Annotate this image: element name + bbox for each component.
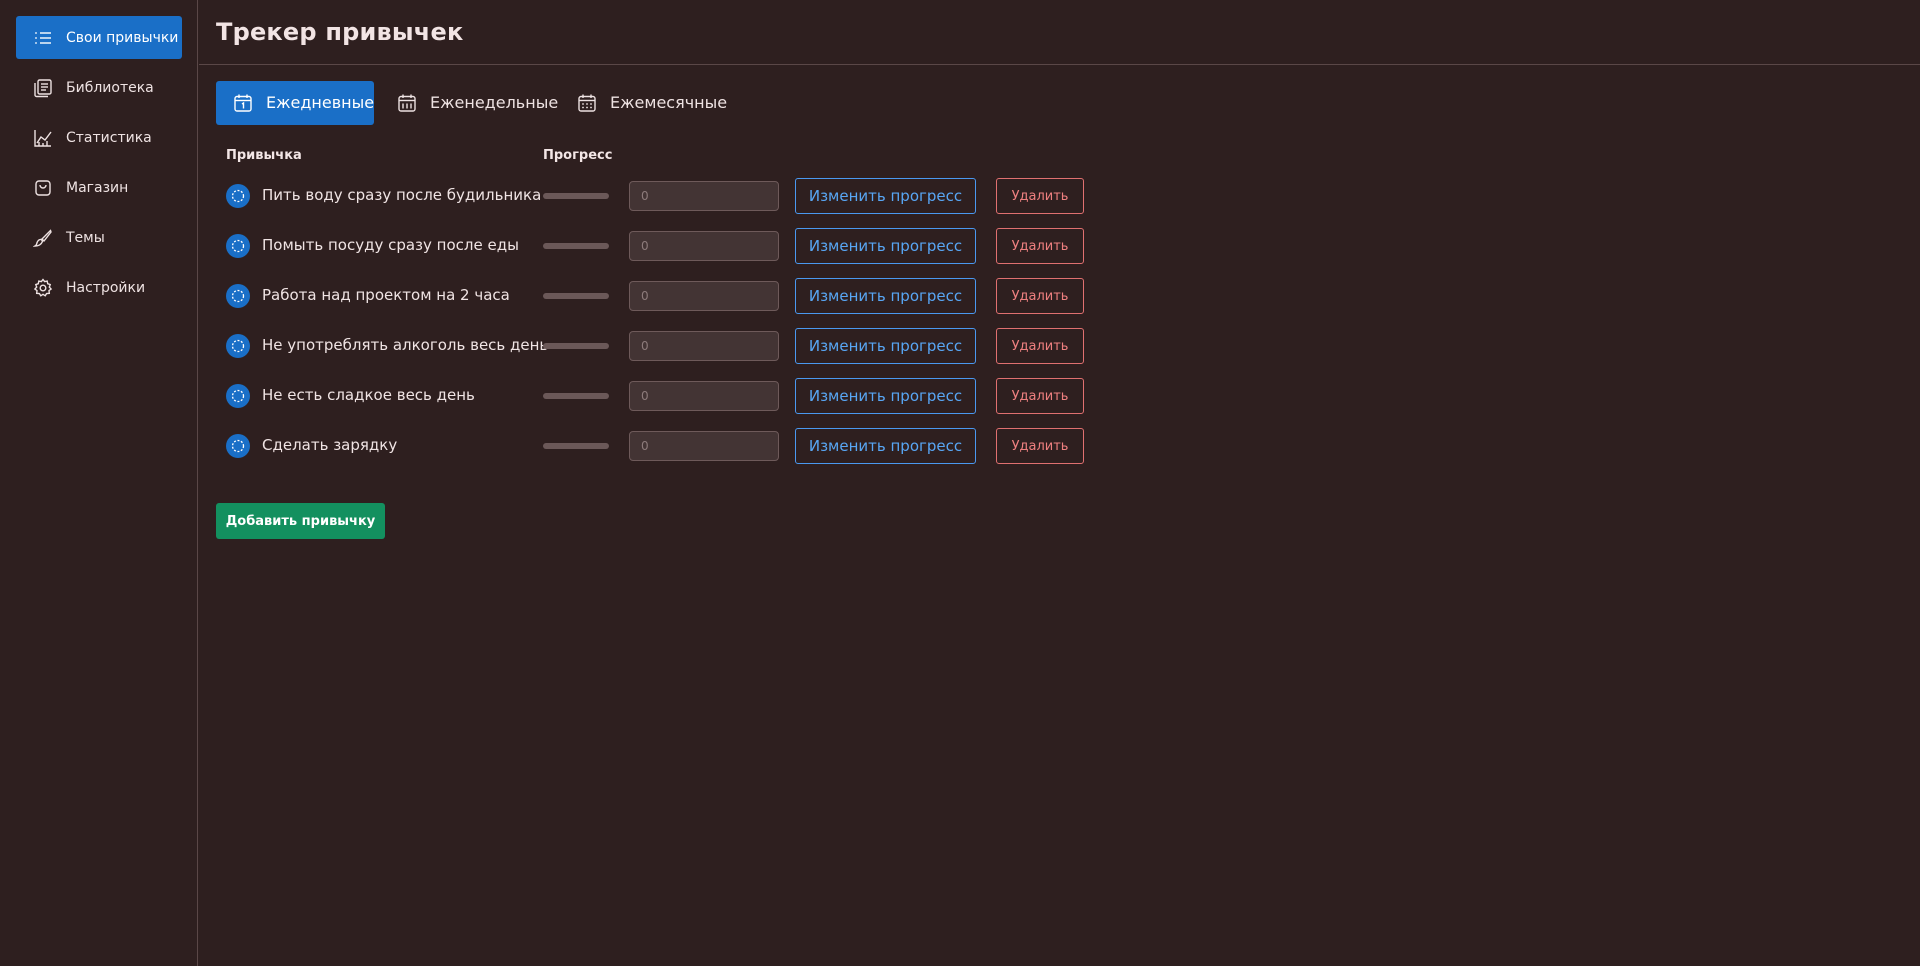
edit-progress-button[interactable]: Изменить прогресс	[795, 228, 976, 264]
calendar-month-icon	[576, 92, 598, 114]
delete-habit-button[interactable]: Удалить	[996, 228, 1084, 264]
habit-status-icon[interactable]	[226, 334, 250, 358]
sidebar-item-label: Библиотека	[66, 80, 154, 96]
habit-name: Работа над проектом на 2 часа	[262, 286, 510, 304]
habit-name: Пить воду сразу после будильника	[262, 186, 542, 204]
progress-input[interactable]	[629, 331, 779, 361]
table-row: Работа над проектом на 2 часа Изменить п…	[0, 276, 1100, 316]
progress-input[interactable]	[629, 281, 779, 311]
edit-progress-button[interactable]: Изменить прогресс	[795, 278, 976, 314]
edit-progress-button[interactable]: Изменить прогресс	[795, 328, 976, 364]
progress-input[interactable]	[629, 381, 779, 411]
progress-bar	[543, 243, 609, 249]
habit-name: Сделать зарядку	[262, 436, 398, 454]
page-title: Трекер привычек	[216, 18, 464, 46]
chart-icon	[32, 127, 54, 149]
table-row: Не есть сладкое весь день Изменить прогр…	[0, 376, 1100, 416]
delete-habit-button[interactable]: Удалить	[996, 278, 1084, 314]
list-icon	[32, 27, 54, 49]
add-habit-button[interactable]: Добавить привычку	[216, 503, 385, 539]
habit-status-icon[interactable]	[226, 184, 250, 208]
table-row: Помыть посуду сразу после еды Изменить п…	[0, 226, 1100, 266]
habit-name: Не употреблять алкоголь весь день	[262, 336, 549, 354]
progress-input[interactable]	[629, 181, 779, 211]
column-header-habit: Привычка	[226, 148, 302, 163]
delete-habit-button[interactable]: Удалить	[996, 328, 1084, 364]
progress-bar	[543, 293, 609, 299]
habit-status-icon[interactable]	[226, 284, 250, 308]
table-row: Сделать зарядку Изменить прогресс Удалит…	[0, 426, 1100, 466]
sidebar-item-label: Свои привычки	[66, 30, 179, 46]
library-icon	[32, 77, 54, 99]
tab-label: Еженедельные	[430, 93, 559, 112]
edit-progress-button[interactable]: Изменить прогресс	[795, 178, 976, 214]
tab-weekly[interactable]: Еженедельные	[380, 81, 558, 125]
sidebar-item-label: Статистика	[66, 130, 152, 146]
edit-progress-button[interactable]: Изменить прогресс	[795, 428, 976, 464]
progress-input[interactable]	[629, 231, 779, 261]
habit-status-icon[interactable]	[226, 234, 250, 258]
progress-bar	[543, 343, 609, 349]
tab-label: Ежемесячные	[610, 93, 728, 112]
sidebar-item-statistics[interactable]: Статистика	[16, 116, 182, 159]
progress-bar	[543, 443, 609, 449]
tab-label: Ежедневные	[266, 93, 375, 112]
column-header-progress: Прогресс	[543, 148, 613, 163]
habit-name: Помыть посуду сразу после еды	[262, 236, 519, 254]
habit-name: Не есть сладкое весь день	[262, 386, 475, 404]
habit-status-icon[interactable]	[226, 434, 250, 458]
delete-habit-button[interactable]: Удалить	[996, 178, 1084, 214]
delete-habit-button[interactable]: Удалить	[996, 378, 1084, 414]
progress-bar	[543, 393, 609, 399]
edit-progress-button[interactable]: Изменить прогресс	[795, 378, 976, 414]
tab-monthly[interactable]: Ежемесячные	[560, 81, 728, 125]
calendar-week-icon	[396, 92, 418, 114]
table-row: Пить воду сразу после будильника Изменит…	[0, 176, 1100, 216]
delete-habit-button[interactable]: Удалить	[996, 428, 1084, 464]
table-row: Не употреблять алкоголь весь день Измени…	[0, 326, 1100, 366]
tab-daily[interactable]: Ежедневные	[216, 81, 374, 125]
progress-input[interactable]	[629, 431, 779, 461]
page-header: Трекер привычек	[199, 0, 1920, 65]
app-window: Свои привычки Библиотека Статистика Мага…	[0, 0, 1920, 966]
sidebar-item-library[interactable]: Библиотека	[16, 66, 182, 109]
habit-status-icon[interactable]	[226, 384, 250, 408]
calendar-day-icon	[232, 92, 254, 114]
sidebar: Свои привычки Библиотека Статистика Мага…	[0, 0, 198, 966]
progress-bar	[543, 193, 609, 199]
sidebar-item-my-habits[interactable]: Свои привычки	[16, 16, 182, 59]
